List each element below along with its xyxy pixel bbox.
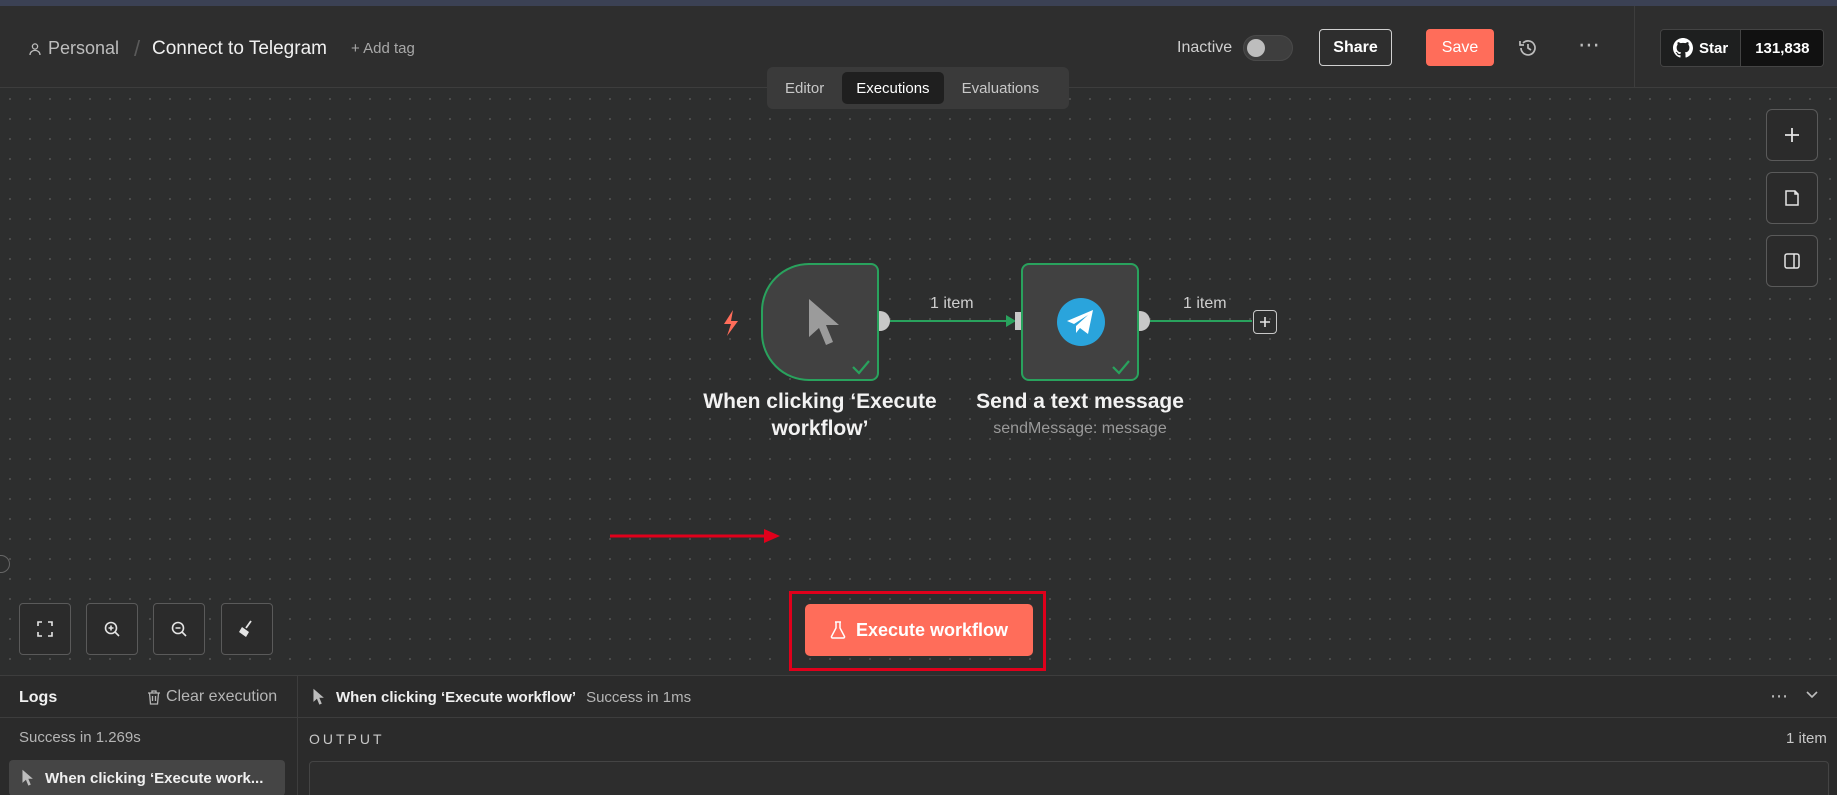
add-tag-button[interactable]: + Add tag [351, 40, 415, 57]
selected-run-name: When clicking ‘Execute workflow’ [336, 688, 577, 706]
cursor-icon [809, 299, 839, 345]
execute-workflow-button[interactable]: Execute workflow [805, 604, 1033, 656]
clear-execution-button[interactable]: Clear execution [147, 688, 277, 706]
node-subtitle: sendMessage: message [993, 420, 1167, 437]
workflow-canvas[interactable]: 1 item 1 item When clicking ‘Execute wor… [0, 89, 1837, 675]
canvas-left-handle[interactable] [0, 555, 10, 573]
zoom-out-icon [171, 621, 187, 637]
selected-run-status: Success in 1ms [586, 688, 692, 706]
execution-total-status: Success in 1.269s [19, 729, 141, 746]
plus-icon [1260, 317, 1270, 327]
github-star-label: Star [1699, 39, 1729, 57]
edge-item-count: 1 item [930, 295, 974, 312]
output-item-count: 1 item [1786, 730, 1827, 747]
github-star: Star [1661, 30, 1741, 66]
workflow-title[interactable]: Connect to Telegram [152, 38, 327, 60]
logs-panel: Logs Clear execution Success in 1.269s W… [0, 675, 1837, 795]
log-entry[interactable]: When clicking ‘Execute work... [9, 760, 285, 795]
annotation-arrow [610, 529, 780, 543]
sticky-note-icon [1785, 190, 1799, 206]
panel-icon [1784, 253, 1800, 269]
success-check-icon [1112, 360, 1130, 375]
telegram-node[interactable] [1021, 263, 1139, 381]
execute-workflow-label: Execute workflow [855, 619, 1009, 640]
logs-divider [0, 717, 1837, 718]
active-toggle[interactable] [1243, 35, 1293, 61]
zoom-in-button[interactable] [86, 603, 138, 655]
fit-view-button[interactable] [19, 603, 71, 655]
tidy-up-button[interactable] [221, 603, 273, 655]
flask-icon [830, 621, 846, 639]
add-next-node-button[interactable] [1253, 310, 1277, 334]
output-label: OUTPUT [309, 731, 385, 747]
edge-item-count: 1 item [1183, 295, 1227, 312]
breadcrumb-separator: / [134, 36, 141, 61]
manual-trigger-node[interactable] [761, 263, 879, 381]
zoom-out-button[interactable] [153, 603, 205, 655]
fit-view-icon [37, 621, 53, 637]
connections [724, 310, 1252, 336]
success-check-icon [852, 360, 870, 375]
trigger-bolt-icon [724, 310, 738, 336]
user-icon [29, 42, 41, 55]
chevron-down-icon[interactable] [1804, 686, 1820, 702]
add-node-button[interactable] [1766, 109, 1818, 161]
share-button[interactable]: Share [1319, 29, 1392, 66]
logs-more-icon[interactable]: ⋯ [1770, 686, 1788, 707]
clear-execution-label: Clear execution [166, 688, 278, 705]
toggle-knob [1247, 39, 1265, 57]
save-button[interactable]: Save [1426, 29, 1494, 66]
log-entry-label: When clicking ‘Execute work... [45, 769, 264, 787]
add-sticky-note-button[interactable] [1766, 172, 1818, 224]
active-state-label: Inactive [1177, 39, 1233, 56]
tab-editor[interactable]: Editor [771, 72, 838, 104]
selected-run-header: When clicking ‘Execute workflow’ Success… [312, 688, 691, 706]
logs-title: Logs [19, 689, 58, 706]
logs-sidebar: Logs Clear execution Success in 1.269s W… [0, 676, 298, 795]
header-divider [1634, 6, 1635, 88]
trash-icon [148, 690, 160, 705]
node-title: When clicking ‘Execute workflow’ [703, 390, 937, 440]
telegram-icon [1057, 298, 1105, 346]
output-view[interactable] [309, 761, 1829, 795]
breadcrumb-owner-label: Personal [48, 38, 120, 58]
cursor-icon [313, 688, 324, 705]
tab-evaluations[interactable]: Evaluations [948, 72, 1054, 104]
github-star-count: 131,838 [1740, 30, 1824, 66]
toggle-panel-button[interactable] [1766, 235, 1818, 287]
cursor-icon [22, 769, 33, 786]
more-options-icon[interactable]: ⋯ [1578, 32, 1601, 58]
zoom-in-icon [104, 621, 120, 637]
github-star-button[interactable]: Star 131,838 [1660, 29, 1825, 67]
node-title: Send a text message [976, 390, 1184, 413]
edge-arrow [1006, 315, 1016, 327]
github-icon [1673, 38, 1693, 58]
broom-icon [239, 620, 252, 637]
plus-icon [1785, 128, 1799, 142]
tab-executions[interactable]: Executions [842, 72, 944, 104]
breadcrumb-owner[interactable]: Personal [28, 38, 119, 59]
history-icon[interactable] [1516, 36, 1540, 60]
view-tabs: Editor Executions Evaluations [767, 67, 1069, 109]
